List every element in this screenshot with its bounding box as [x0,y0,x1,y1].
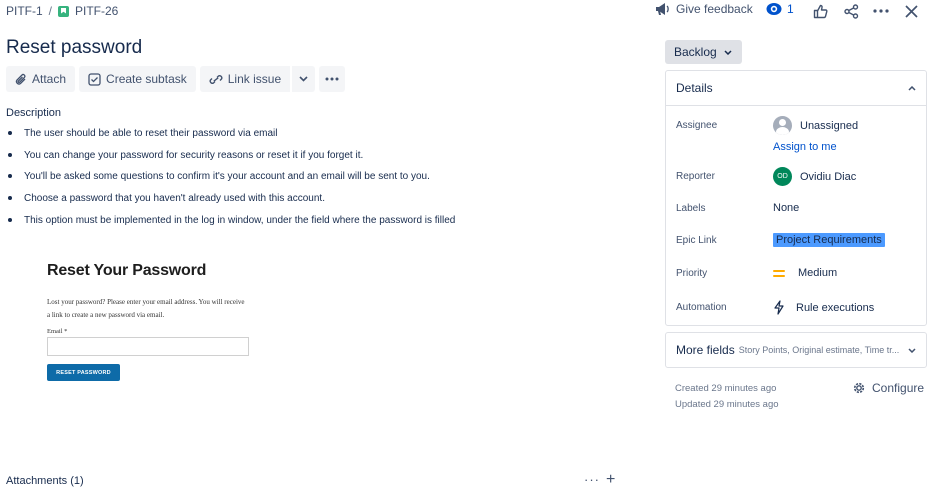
embedded-email-field [47,337,249,356]
close-button[interactable] [901,1,921,21]
breadcrumb-current-link[interactable]: PITF-26 [75,4,118,18]
add-attachment-button[interactable]: + [606,471,615,489]
reporter-row: Reporter OD Ovidiu Diac [676,167,921,186]
assignee-value: Unassigned [800,119,859,132]
chevron-down-icon [908,347,916,353]
updated-timestamp: Updated 29 minutes ago [675,399,779,410]
attach-button[interactable]: Attach [6,66,76,92]
reporter-value: Ovidiu Diac [800,170,857,183]
share-icon [843,3,858,19]
labels-label: Labels [676,202,706,214]
priority-value: Medium [798,267,838,279]
embedded-reset-form-image[interactable]: Reset Your Password Lost your password? … [47,262,287,402]
status-label: Backlog [674,45,717,59]
priority-field[interactable]: Medium [773,267,837,279]
configure-label: Configure [872,381,925,395]
assign-to-me-link[interactable]: Assign to me [773,141,837,153]
thumbs-up-icon [813,4,828,18]
gear-icon [853,382,865,394]
watch-count: 1 [787,2,794,16]
embedded-reset-button: RESET PASSWORD [47,364,120,381]
eye-icon [766,3,782,15]
story-icon [58,5,70,17]
attach-label: Attach [32,72,67,86]
status-dropdown[interactable]: Backlog [665,40,742,64]
reporter-avatar: OD [773,167,792,186]
automation-label: Automation [676,302,727,313]
automation-row: Automation Rule executions [676,300,921,315]
link-issue-label: Link issue [227,72,282,86]
assignee-row: Assignee Unassigned [676,116,921,135]
chevron-down-icon [724,49,732,55]
breadcrumb-parent-link[interactable]: PITF-1 [6,4,43,18]
details-title: Details [676,81,713,95]
priority-label: Priority [676,267,708,279]
details-header[interactable]: Details [666,71,926,106]
like-button[interactable] [810,1,830,21]
embedded-text: Lost your password? Please enter your em… [47,298,245,319]
description-list[interactable]: The user should be able to reset their p… [8,127,624,236]
ellipsis-icon [325,77,339,81]
epic-link-label: Epic Link [676,234,717,246]
link-icon [209,74,223,84]
create-subtask-label: Create subtask [106,72,187,86]
reporter-field[interactable]: OD Ovidiu Diac [773,167,856,186]
issue-title[interactable]: Reset password [6,37,142,59]
issue-toolbar: Attach Create subtask Link issue [6,66,346,92]
automation-field[interactable]: Rule executions [773,300,874,315]
watch-button[interactable]: 1 [766,2,794,16]
configure-button[interactable]: Configure [852,381,924,395]
breadcrumb-separator: / [48,4,53,18]
description-item: This option must be implemented in the l… [8,214,624,236]
link-issue-button[interactable]: Link issue [199,66,291,92]
share-button[interactable] [841,1,861,21]
assignee-label: Assignee [676,120,718,131]
create-subtask-button[interactable]: Create subtask [79,66,196,92]
reporter-label: Reporter [676,171,715,182]
embedded-email-label: Email * [47,328,68,335]
attachments-heading: Attachments (1) [6,475,84,487]
give-feedback-button[interactable]: Give feedback [654,2,753,16]
attachments-more-button[interactable]: ··· [584,472,600,487]
link-issue-dropdown-button[interactable] [291,66,316,92]
description-item: The user should be able to reset their p… [8,127,624,149]
breadcrumb: PITF-1 / PITF-26 [6,4,118,18]
description-item: You'll be asked some questions to confir… [8,170,624,192]
chevron-down-icon [299,76,308,82]
unassigned-avatar [773,116,792,135]
more-fields-title: More fields [676,343,735,357]
details-panel: Details Assignee Unassigned Assign to me… [665,70,927,326]
automation-value: Rule executions [796,301,875,314]
priority-medium-icon [773,269,785,277]
embedded-heading: Reset Your Password [47,262,207,279]
megaphone-icon [656,3,669,15]
priority-row: Priority Medium [676,267,921,279]
description-item: You can change your password for securit… [8,149,624,171]
labels-row: Labels None [676,202,921,214]
ellipsis-icon [873,9,889,13]
chevron-up-icon [908,85,916,91]
description-heading: Description [6,107,62,119]
toolbar-more-button[interactable] [319,66,346,92]
paperclip-icon [15,73,26,85]
epic-link-value[interactable]: Project Requirements [773,233,885,247]
lightning-icon [774,300,784,315]
description-item: Choose a password that you haven't alrea… [8,192,624,214]
more-fields-panel[interactable]: More fields Story Points, Original estim… [665,332,927,368]
subtask-icon [88,72,101,86]
close-icon [904,4,918,18]
assignee-field[interactable]: Unassigned [773,116,858,135]
epic-link-row: Epic Link Project Requirements [676,233,921,247]
more-fields-summary: Story Points, Original estimate, Time tr… [738,345,900,355]
give-feedback-label: Give feedback [676,2,753,16]
more-actions-button[interactable] [871,1,891,21]
created-timestamp: Created 29 minutes ago [675,383,777,394]
labels-value[interactable]: None [773,202,799,214]
